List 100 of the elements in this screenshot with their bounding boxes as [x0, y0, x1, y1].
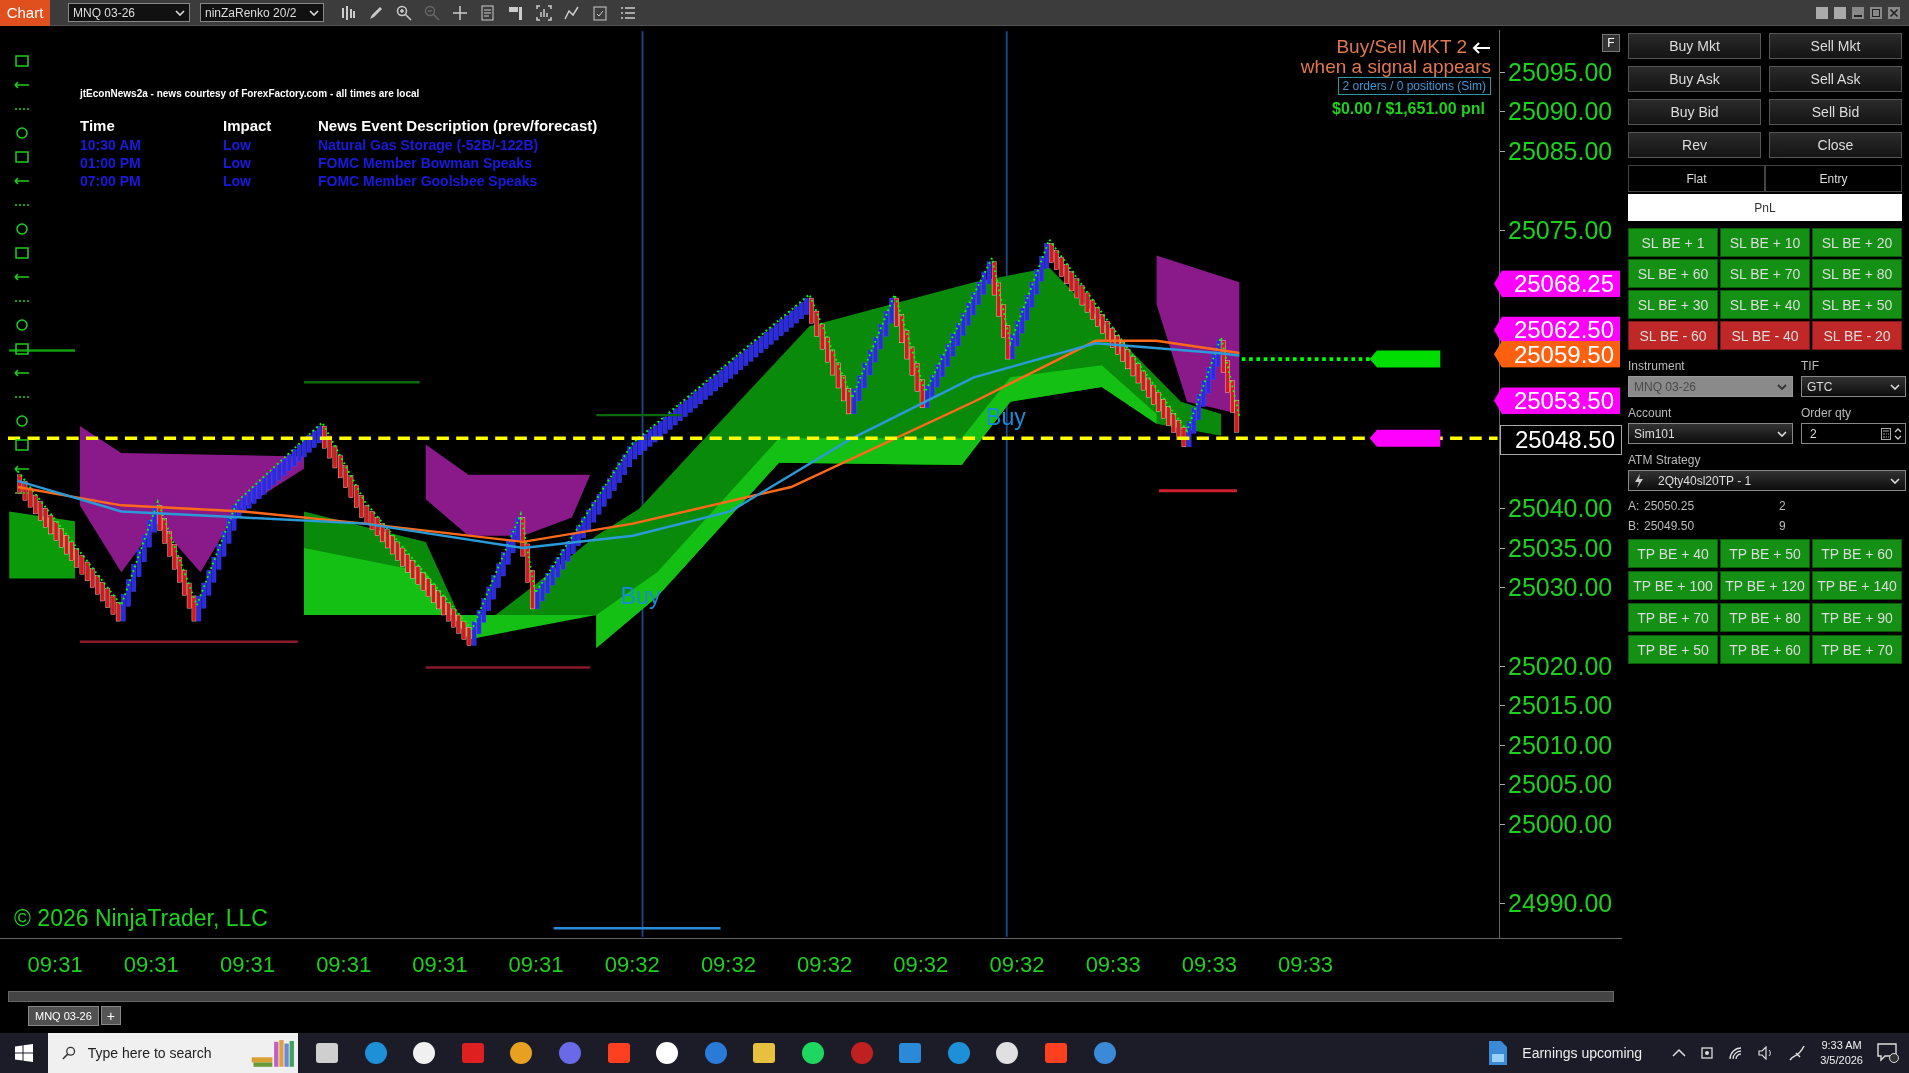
app-icon[interactable] — [654, 1040, 681, 1066]
app-icon[interactable] — [751, 1040, 778, 1066]
line-graph-icon[interactable] — [564, 4, 580, 21]
drawing-tool-icon[interactable] — [14, 318, 30, 332]
drawing-tool-icon[interactable] — [14, 414, 30, 428]
stop-loss-button[interactable]: SL BE + 30 — [1628, 290, 1718, 319]
chart-tab[interactable]: MNQ 03-26 — [28, 1006, 99, 1026]
order-button[interactable]: Sell Bid — [1769, 99, 1902, 125]
news-widget-text[interactable]: Earnings upcoming — [1522, 1045, 1643, 1061]
time-label: 09:31 — [26, 952, 84, 978]
stop-loss-button[interactable]: SL BE + 20 — [1812, 228, 1902, 257]
take-profit-button[interactable]: TP BE + 80 — [1720, 603, 1810, 632]
drawing-tool-icon[interactable] — [14, 126, 30, 140]
document-icon[interactable] — [1488, 1040, 1509, 1066]
take-profit-button[interactable]: TP BE + 50 — [1720, 539, 1810, 568]
take-profit-button[interactable]: TP BE + 140 — [1812, 571, 1902, 600]
spinner-icon[interactable] — [1894, 426, 1902, 441]
order-button[interactable]: Sell Ask — [1769, 66, 1902, 92]
drawing-tool-icon[interactable] — [14, 438, 30, 452]
bar-type-dropdown[interactable]: ninZaRenko 20/2 — [200, 3, 324, 22]
price-label: 25005.00 — [1508, 769, 1613, 799]
app-icon[interactable] — [799, 1040, 826, 1066]
order-button[interactable]: Buy Ask — [1628, 66, 1761, 92]
orders-status: 2 orders / 0 positions (Sim) — [1337, 77, 1491, 95]
take-profit-button[interactable]: TP BE + 70 — [1628, 603, 1718, 632]
order-tag[interactable] — [1369, 429, 1441, 447]
app-icon[interactable] — [994, 1040, 1021, 1066]
bar-chart-icon[interactable] — [340, 4, 356, 21]
tif-select[interactable]: GTC — [1801, 376, 1906, 397]
stop-loss-button[interactable]: SL BE + 80 — [1812, 259, 1902, 288]
caret-icon — [1777, 383, 1787, 390]
stop-loss-button[interactable]: SL BE - 40 — [1720, 321, 1810, 350]
take-profit-button[interactable]: TP BE + 120 — [1720, 571, 1810, 600]
status-cell: Entry — [1765, 165, 1902, 192]
stop-loss-button[interactable]: SL BE + 1 — [1628, 228, 1718, 257]
stop-loss-button[interactable]: SL BE + 40 — [1720, 290, 1810, 319]
horizontal-scrollbar[interactable] — [8, 991, 1614, 1002]
stop-loss-button[interactable]: SL BE + 60 — [1628, 259, 1718, 288]
price-marker: 25059.50 — [1494, 340, 1620, 368]
window-button-icon[interactable] — [1833, 5, 1847, 20]
search-field[interactable]: Type here to search — [85, 1044, 240, 1062]
order-button[interactable]: Buy Mkt — [1628, 33, 1761, 59]
app-icon[interactable] — [411, 1040, 438, 1066]
price-label: 25000.00 — [1508, 809, 1613, 839]
windows-logo-icon[interactable] — [15, 1044, 33, 1062]
flag-icon[interactable] — [508, 4, 524, 21]
take-profit-button[interactable]: TP BE + 40 — [1628, 539, 1718, 568]
zoom-in-icon[interactable] — [396, 4, 412, 21]
float-button[interactable]: F — [1602, 34, 1620, 52]
order-button[interactable]: Close — [1769, 132, 1902, 158]
taskbar-search-box[interactable]: Type here to search — [48, 1033, 298, 1073]
level-line — [9, 349, 75, 352]
drawing-tool-icon[interactable] — [14, 342, 30, 356]
close-icon[interactable] — [1887, 5, 1901, 20]
add-tab-button[interactable]: + — [100, 1006, 122, 1025]
camera-icon[interactable] — [1700, 1045, 1715, 1061]
clipboard-icon[interactable] — [592, 4, 608, 21]
atm-strategy-select[interactable]: 2Qty40sl20TP - 1 — [1628, 470, 1906, 491]
stop-loss-button[interactable]: SL BE - 20 — [1812, 321, 1902, 350]
crosshair-icon[interactable] — [452, 4, 468, 21]
take-profit-button[interactable]: TP BE + 50 — [1628, 635, 1718, 664]
stop-loss-button[interactable]: SL BE - 60 — [1628, 321, 1718, 350]
drawing-tool-icon[interactable] — [14, 222, 30, 236]
list-icon[interactable] — [620, 4, 636, 21]
notification-icon[interactable] — [1877, 1043, 1899, 1063]
caret-icon — [1777, 430, 1787, 437]
news-source-text: jtEconNews2a - news courtesy of ForexFactory.com - all times are local — [80, 88, 421, 99]
take-profit-button[interactable]: TP BE + 60 — [1812, 539, 1902, 568]
chart-menu-button[interactable]: Chart — [0, 0, 50, 26]
clock[interactable]: 9:33 AM 3/5/2026 — [1820, 1038, 1863, 1068]
take-profit-button[interactable]: TP BE + 60 — [1720, 635, 1810, 664]
chart-frame-icon[interactable] — [536, 4, 552, 21]
quote-price: 25049.50 — [1644, 519, 1696, 533]
account-select[interactable]: Sim101 — [1628, 423, 1793, 444]
app-icon[interactable] — [314, 1040, 340, 1066]
order-button[interactable]: Sell Mkt — [1769, 33, 1902, 59]
order-button[interactable]: Buy Bid — [1628, 99, 1761, 125]
order-tag[interactable] — [1369, 350, 1441, 368]
minimize-icon[interactable] — [1851, 5, 1865, 20]
take-profit-button[interactable]: TP BE + 70 — [1812, 635, 1902, 664]
calculator-icon[interactable] — [1881, 427, 1891, 440]
window-button-icon[interactable] — [1815, 5, 1829, 20]
clock-date: 3/5/2026 — [1820, 1053, 1863, 1068]
app-icon[interactable] — [508, 1040, 535, 1066]
time-label: 09:31 — [507, 952, 565, 978]
stop-loss-button[interactable]: SL BE + 70 — [1720, 259, 1810, 288]
take-profit-button[interactable]: TP BE + 100 — [1628, 571, 1718, 600]
chevron-up-icon[interactable] — [1672, 1048, 1687, 1058]
time-label: 09:33 — [1277, 952, 1335, 978]
time-label: 09:33 — [1180, 952, 1238, 978]
instrument-dropdown[interactable]: MNQ 03-26 — [68, 3, 190, 22]
stop-loss-button[interactable]: SL BE + 10 — [1720, 228, 1810, 257]
maximize-icon[interactable] — [1869, 5, 1883, 20]
pen-icon[interactable] — [1788, 1044, 1807, 1062]
take-profit-button[interactable]: TP BE + 90 — [1812, 603, 1902, 632]
pencil-icon[interactable] — [368, 4, 384, 21]
stop-loss-button[interactable]: SL BE + 50 — [1812, 290, 1902, 319]
event-impact: Low — [223, 173, 252, 190]
order-button[interactable]: Rev — [1628, 132, 1761, 158]
price-label: 25095.00 — [1508, 57, 1613, 87]
